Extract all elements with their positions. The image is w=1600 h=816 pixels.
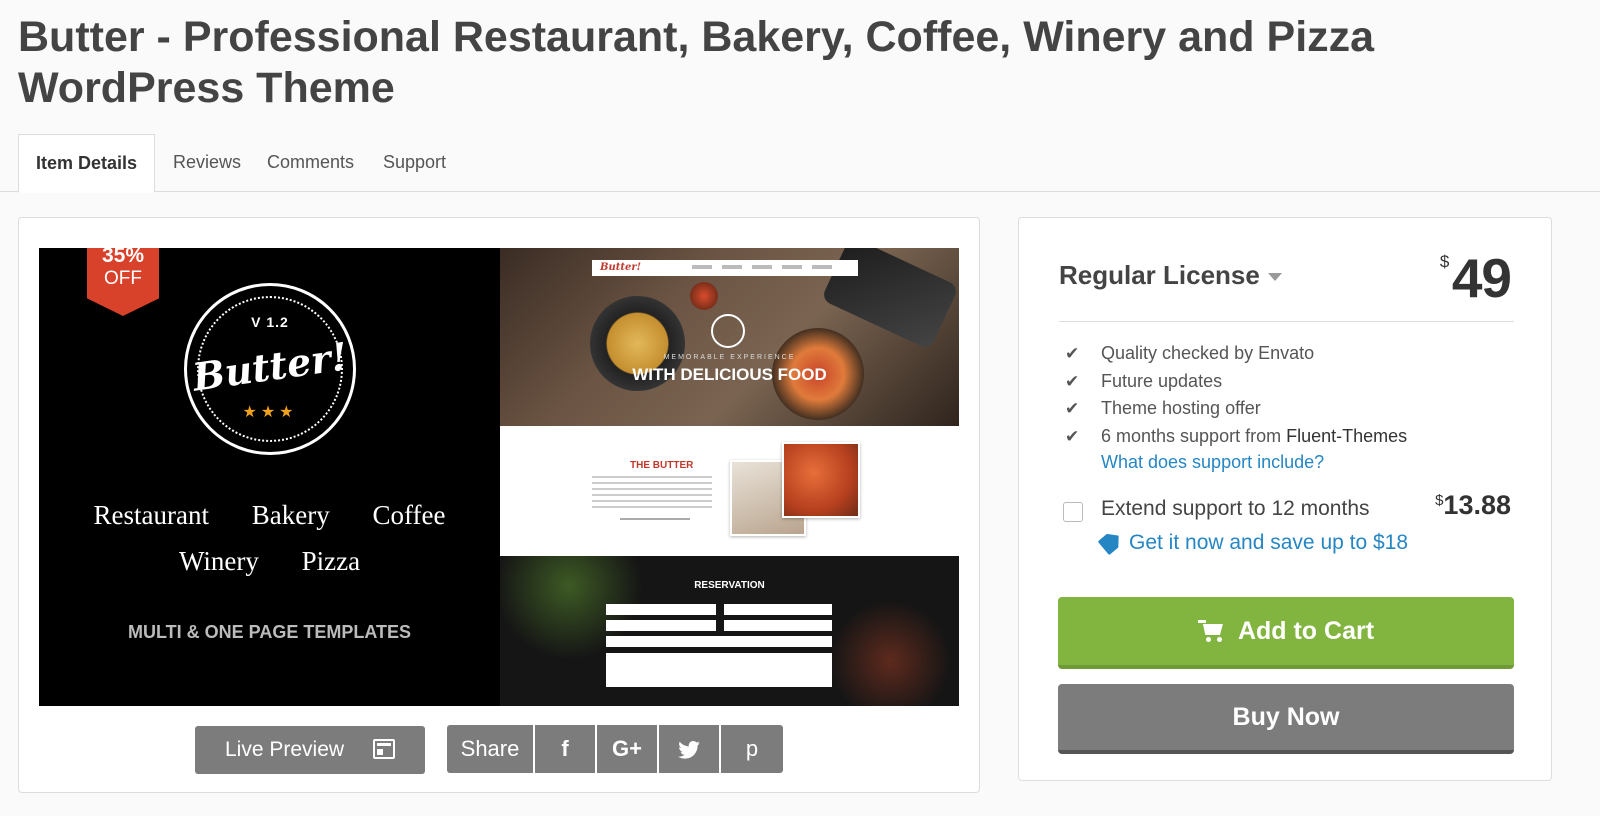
extend-support-label: Extend support to 12 months bbox=[1101, 497, 1370, 520]
mockup-form-field bbox=[606, 604, 716, 615]
discount-ribbon: 35% OFF bbox=[87, 248, 159, 316]
save-offer-link[interactable]: Get it now and save up to $18 bbox=[1101, 531, 1408, 555]
feature-text: Theme hosting offer bbox=[1101, 398, 1261, 418]
chevron-down-icon bbox=[1267, 273, 1282, 282]
purchase-panel: Regular License $ 49 ✔ Quality checked by… bbox=[1018, 217, 1552, 781]
mockup-form-field bbox=[724, 620, 832, 631]
mockup-reservation-section: RESERVATION bbox=[500, 556, 959, 706]
page-title: Butter - Professional Restaurant, Bakery… bbox=[18, 13, 1375, 112]
mockup-form-textarea bbox=[606, 653, 832, 687]
add-to-cart-label: Add to Cart bbox=[1237, 617, 1375, 645]
pinterest-icon[interactable]: p bbox=[721, 725, 783, 773]
check-icon: ✔ bbox=[1065, 371, 1080, 391]
templates-caption: MULTI & ONE PAGE TEMPLATES bbox=[128, 622, 411, 642]
google-plus-icon[interactable]: G+ bbox=[597, 725, 657, 773]
extend-support-price: $13.88 bbox=[1435, 490, 1511, 521]
seal-stars: ★★★ bbox=[242, 404, 298, 421]
item-preview-panel: 35% OFF V 1.2 Butter! ★★★ Restaurant Bak… bbox=[18, 217, 980, 793]
mockup-logo: Butter! bbox=[600, 262, 641, 273]
category-coffee: Coffee bbox=[372, 500, 446, 530]
preview-left-promo: 35% OFF V 1.2 Butter! ★★★ Restaurant Bak… bbox=[39, 248, 500, 706]
category-bakery: Bakery bbox=[251, 500, 330, 530]
add-to-cart-button[interactable]: Add to Cart bbox=[1058, 597, 1514, 669]
mockup-form-field bbox=[606, 620, 716, 631]
buy-now-button[interactable]: Buy Now bbox=[1058, 684, 1514, 754]
list-item: ✔ Future updates bbox=[1065, 368, 1407, 396]
seal-version: V 1.2 bbox=[251, 314, 289, 330]
layout-icon bbox=[373, 739, 395, 759]
price: $ 49 bbox=[1440, 246, 1512, 310]
live-preview-label: Live Preview bbox=[225, 738, 345, 761]
mockup-hero-headline: WITH DELICIOUS FOOD bbox=[632, 365, 827, 384]
extend-support-checkbox[interactable] bbox=[1063, 502, 1083, 522]
license-selector[interactable]: Regular License bbox=[1059, 260, 1282, 291]
preview-right-mockup: Butter! MEMORABLE EXPERIENCE WITH DELICI… bbox=[500, 248, 959, 706]
check-icon: ✔ bbox=[1065, 344, 1080, 363]
mockup-sauce-bowl bbox=[690, 282, 718, 310]
twitter-bird-icon bbox=[678, 741, 700, 759]
mockup-form-field bbox=[606, 636, 832, 647]
save-offer-text: Get it now and save up to $18 bbox=[1129, 531, 1409, 554]
extend-price-currency: $ bbox=[1435, 492, 1444, 509]
mockup-hero: Butter! MEMORABLE EXPERIENCE WITH DELICI… bbox=[500, 248, 959, 426]
discount-off: OFF bbox=[104, 268, 142, 289]
mockup-about-section: THE BUTTER bbox=[500, 426, 959, 556]
category-winery: Winery bbox=[178, 546, 259, 576]
mockup-form-field bbox=[724, 604, 832, 615]
feature-text: Future updates bbox=[1101, 370, 1223, 391]
item-preview-image[interactable]: 35% OFF V 1.2 Butter! ★★★ Restaurant Bak… bbox=[39, 248, 959, 706]
twitter-icon[interactable] bbox=[659, 725, 719, 773]
categories-line-1: Restaurant Bakery Coffee bbox=[39, 500, 500, 531]
mockup-hero-subtitle: MEMORABLE EXPERIENCE bbox=[663, 354, 796, 361]
mockup-about-text bbox=[592, 476, 712, 510]
list-item: ✔ Theme hosting offer bbox=[1065, 395, 1407, 423]
extend-price-amount: 13.88 bbox=[1443, 490, 1511, 520]
feature-list: ✔ Quality checked by Envato ✔ Future updat… bbox=[1065, 340, 1407, 450]
facebook-icon[interactable]: f bbox=[535, 725, 595, 773]
mockup-badge bbox=[711, 314, 745, 348]
divider bbox=[1059, 321, 1514, 322]
price-currency: $ bbox=[1439, 252, 1450, 271]
author-name[interactable]: Fluent-Themes bbox=[1286, 426, 1407, 446]
category-pizza: Pizza bbox=[301, 546, 361, 576]
live-preview-button[interactable]: Live Preview bbox=[195, 726, 425, 774]
support-info-link[interactable]: What does support include? bbox=[1101, 452, 1324, 473]
brand-seal-logo: V 1.2 Butter! ★★★ bbox=[184, 283, 356, 455]
check-icon: ✔ bbox=[1065, 399, 1080, 418]
tag-icon bbox=[1098, 529, 1125, 556]
mockup-nav-links bbox=[692, 265, 842, 269]
share-label: Share bbox=[447, 725, 533, 773]
feature-text: 6 months support from bbox=[1101, 425, 1287, 446]
cart-icon bbox=[1197, 620, 1224, 642]
license-label: Regular License bbox=[1059, 260, 1260, 290]
price-amount: 49 bbox=[1451, 247, 1512, 309]
tab-support[interactable]: Support bbox=[383, 134, 446, 192]
mockup-about-heading: THE BUTTER bbox=[630, 460, 694, 471]
tab-item-details[interactable]: Item Details bbox=[18, 134, 156, 193]
category-restaurant: Restaurant bbox=[93, 500, 209, 530]
check-icon: ✔ bbox=[1065, 426, 1080, 446]
mockup-signature bbox=[620, 518, 690, 520]
feature-text: Quality checked by Envato bbox=[1101, 343, 1315, 363]
discount-percent: 35% bbox=[101, 248, 145, 267]
tab-bar: Item Details Reviews Comments Support bbox=[0, 134, 1600, 193]
mockup-reservation-heading: RESERVATION bbox=[694, 580, 765, 591]
categories-line-2: Winery Pizza bbox=[39, 546, 500, 577]
list-item: ✔ 6 months support from Fluent-Themes bbox=[1065, 423, 1407, 451]
tab-comments[interactable]: Comments bbox=[267, 134, 354, 192]
mockup-food-photo bbox=[782, 442, 860, 518]
tab-reviews[interactable]: Reviews bbox=[173, 134, 241, 192]
list-item: ✔ Quality checked by Envato bbox=[1065, 340, 1407, 368]
mockup-nav-bar: Butter! bbox=[592, 260, 858, 276]
